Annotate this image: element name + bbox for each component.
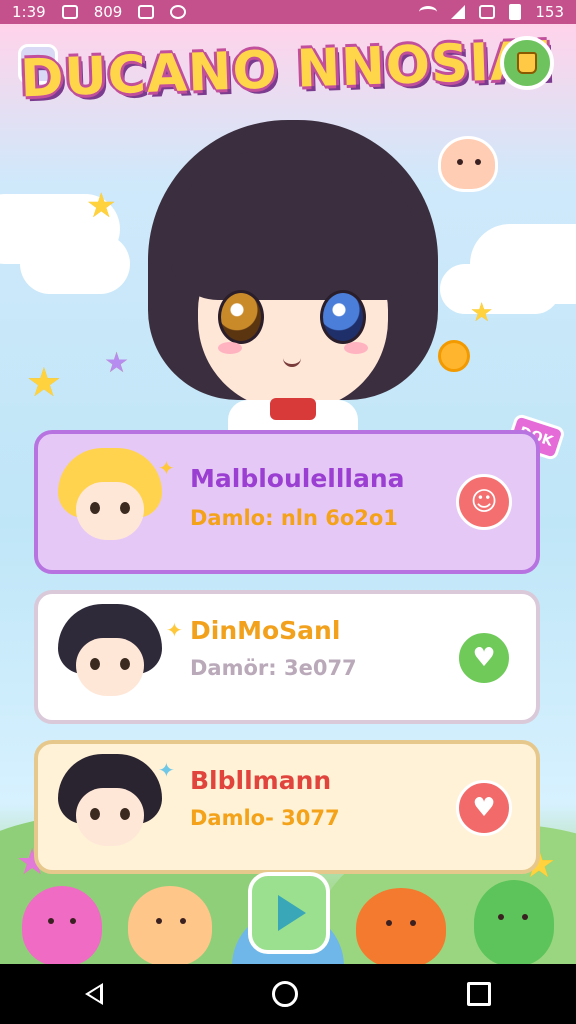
hero-blush bbox=[344, 342, 368, 354]
orange-dog-mascot[interactable] bbox=[128, 886, 212, 966]
player-avatar bbox=[58, 448, 162, 552]
pink-bear-mascot[interactable] bbox=[22, 886, 102, 966]
cloud bbox=[20, 234, 130, 294]
star-icon: ★ bbox=[470, 298, 494, 328]
play-button[interactable] bbox=[248, 872, 330, 954]
status-time: 1:39 bbox=[12, 3, 46, 21]
wifi-icon bbox=[419, 6, 438, 18]
calendar-icon bbox=[138, 5, 155, 19]
player-score: Damör: 3e077 bbox=[190, 656, 357, 680]
sparkle-icon: ✦ bbox=[166, 618, 183, 642]
signal-icon bbox=[451, 5, 466, 19]
hero-blush bbox=[218, 342, 242, 354]
orange-mascot[interactable] bbox=[356, 888, 446, 968]
status-bar: 1:39 809 153 bbox=[0, 0, 576, 24]
nav-back-icon[interactable] bbox=[84, 983, 103, 1005]
system-nav-bar bbox=[0, 964, 576, 1024]
cup-icon bbox=[517, 52, 537, 74]
sparkle-icon: ✦ bbox=[158, 758, 175, 782]
player-name: Malbloulelllana bbox=[190, 464, 405, 493]
clock-icon bbox=[170, 5, 187, 19]
heart-icon[interactable]: ♥ bbox=[456, 780, 512, 836]
smiley-face-icon[interactable]: ☺ bbox=[456, 474, 512, 530]
star-icon: ★ bbox=[86, 186, 117, 226]
player-score: Damlo- 3077 bbox=[190, 806, 340, 830]
nav-home-icon[interactable] bbox=[271, 981, 298, 1007]
hero-bangs bbox=[168, 150, 418, 300]
data-icon bbox=[479, 5, 496, 19]
coin-icon bbox=[438, 340, 470, 372]
player-card[interactable]: ✦ Blbllmann Damlo- 3077 ♥ bbox=[34, 740, 540, 874]
hero-bow bbox=[270, 398, 316, 420]
player-score: Damlo: nln 6o2o1 bbox=[190, 506, 398, 530]
nav-recent-icon[interactable] bbox=[467, 982, 492, 1006]
player-card[interactable]: ✦ Malbloulelllana Damlo: nln 6o2o1 ☺ bbox=[34, 430, 540, 574]
hero-character bbox=[148, 120, 438, 440]
hero-eye-right bbox=[320, 290, 366, 344]
star-icon: ★ bbox=[104, 346, 130, 379]
cloud bbox=[440, 264, 560, 314]
player-card[interactable]: ✦ DinMoSanl Damör: 3e077 ♥ bbox=[34, 590, 540, 724]
player-name: DinMoSanl bbox=[190, 616, 341, 645]
notification-icon bbox=[61, 5, 78, 19]
heart-icon[interactable]: ♥ bbox=[456, 630, 512, 686]
status-text: 809 bbox=[93, 3, 123, 21]
player-name: Blbllmann bbox=[190, 766, 332, 795]
shop-button[interactable] bbox=[500, 36, 554, 90]
player-avatar bbox=[58, 604, 162, 708]
sparkle-icon: ✦ bbox=[158, 456, 175, 480]
player-avatar bbox=[58, 754, 162, 858]
green-mascot[interactable] bbox=[474, 880, 554, 966]
star-icon: ★ bbox=[26, 360, 62, 406]
hero-eye-left bbox=[218, 290, 264, 344]
battery-level: 153 bbox=[535, 3, 564, 21]
battery-icon bbox=[509, 4, 522, 20]
floating-mascot bbox=[438, 136, 498, 192]
play-icon bbox=[278, 895, 306, 931]
